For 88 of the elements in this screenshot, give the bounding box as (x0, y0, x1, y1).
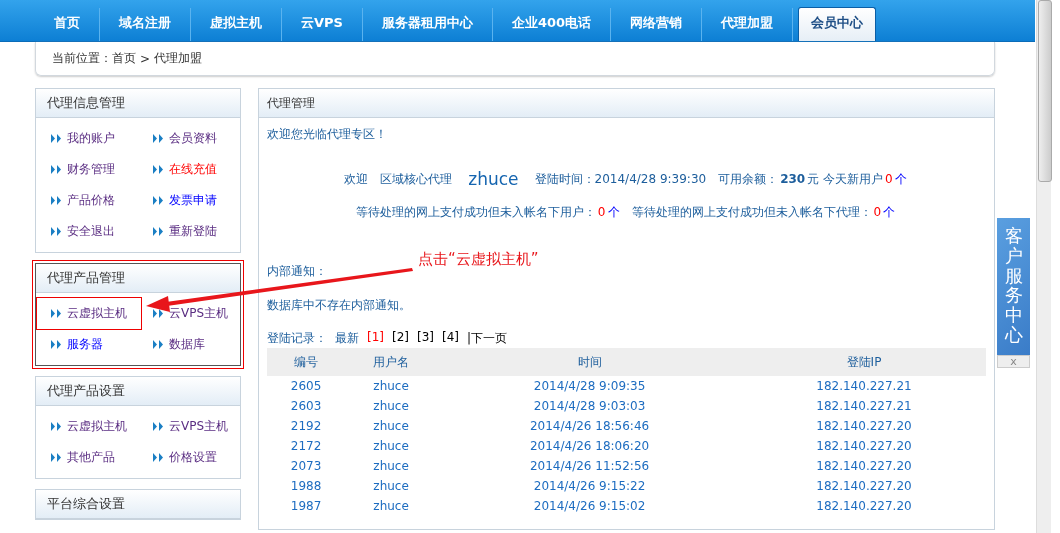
double-chevron-icon (50, 340, 63, 349)
next-page-link[interactable]: |下一页 (467, 330, 508, 347)
double-chevron-icon (50, 309, 63, 318)
new-users-count: 0 (885, 171, 893, 186)
table-cell-text: 2073 (289, 458, 323, 475)
unit-text: 个 (883, 205, 896, 219)
double-chevron-icon (152, 227, 165, 236)
table-cell-text: 182.140.227.20 (815, 438, 913, 455)
table-cell-text: 1988 (289, 478, 323, 495)
panel-title: 代理信息管理 (36, 89, 240, 118)
balance-label: 可用余额： (718, 171, 779, 186)
column-header: 编号 (267, 348, 346, 376)
panel-title: 代理管理 (259, 89, 994, 118)
table-cell-text: 2172 (289, 438, 323, 455)
double-chevron-icon (50, 165, 63, 174)
double-chevron-icon (152, 309, 165, 318)
table-cell-text: 2014/4/26 11:52:56 (528, 458, 651, 475)
latest-link[interactable]: 最新 (335, 330, 359, 347)
pending-label: 等待处理的网上支付成功但未入帐名下用户： (355, 205, 596, 219)
notice-text: 数据库中不存在内部通知。 (267, 297, 412, 314)
greeting-text: 欢迎 (344, 170, 369, 188)
double-chevron-icon (152, 165, 165, 174)
table-cell-text: 182.140.227.20 (815, 478, 913, 495)
table-cell: 182.140.227.21 (742, 376, 986, 396)
breadcrumb-separator: > (140, 51, 151, 66)
panel-title: 代理产品管理 (36, 264, 240, 293)
panel-title: 平台综合设置 (36, 490, 240, 519)
table-cell: 2014/4/28 9:09:35 (437, 376, 742, 396)
page-link[interactable]: [4] (442, 330, 459, 347)
unit-text: 个 (894, 171, 907, 186)
table-cell-text: zhuce (372, 478, 410, 495)
annotation-text: 点击“云虚拟主机” (418, 250, 539, 269)
customer-service-tab[interactable]: 客户服务中心 (997, 218, 1030, 355)
notice-label: 内部通知： (267, 263, 328, 280)
table-cell-text: zhuce (372, 438, 410, 455)
role-text: 区域核心代理 (380, 170, 453, 188)
breadcrumb-link[interactable]: 首页 (112, 50, 136, 67)
table-cell-text: 182.140.227.20 (815, 418, 913, 435)
double-chevron-icon (152, 134, 165, 143)
username-text: zhuce (468, 169, 519, 189)
breadcrumb-link[interactable]: 代理加盟 (154, 50, 203, 67)
table-cell-text: 2014/4/26 9:15:02 (532, 498, 647, 515)
table-cell-text: 182.140.227.20 (815, 458, 913, 475)
pending-label: 等待处理的网上支付成功但未入帐名下代理： (631, 205, 872, 219)
scrollbar[interactable] (1036, 0, 1051, 533)
scroll-thumb[interactable] (1038, 0, 1052, 182)
table-cell-text: 2014/4/26 9:15:22 (532, 478, 647, 495)
table-cell-text: zhuce (372, 398, 410, 415)
table-cell-text: zhuce (372, 498, 410, 515)
table-cell: 2605 (267, 376, 346, 396)
double-chevron-icon (50, 453, 63, 462)
page-link[interactable]: [2] (392, 330, 409, 347)
double-chevron-icon (152, 422, 165, 431)
table-cell-text: 2014/4/26 18:06:20 (528, 438, 651, 455)
table-cell-text: 2192 (289, 418, 323, 435)
double-chevron-icon (50, 196, 63, 205)
table-cell-text: 2014/4/28 9:03:03 (532, 398, 647, 415)
double-chevron-icon (152, 453, 165, 462)
nav-tab[interactable]: 会员中心 (798, 7, 877, 41)
table-cell-text: zhuce (372, 418, 410, 435)
double-chevron-icon (50, 227, 63, 236)
new-users-label: 元 今天新用户 (807, 171, 884, 186)
balance-value: 230 (780, 171, 806, 186)
unit-text: 个 (607, 205, 620, 219)
double-chevron-icon (50, 134, 63, 143)
table-cell-text: zhuce (372, 458, 410, 475)
page-link[interactable]: [3] (417, 330, 434, 347)
column-header: 用户名 (345, 348, 438, 376)
double-chevron-icon (50, 422, 63, 431)
panel-title: 代理产品设置 (36, 377, 240, 406)
records-label: 登陆记录： (267, 330, 327, 347)
table-cell-text: 1987 (289, 498, 323, 515)
pending-count: 0 (597, 205, 606, 219)
table-cell-text: 2014/4/26 18:56:46 (528, 418, 651, 435)
column-header: 登陆IP (742, 348, 986, 376)
sidebar-link[interactable]: 云虚拟主机 (36, 297, 142, 330)
double-chevron-icon (152, 340, 165, 349)
table-cell-text: 182.140.227.20 (815, 498, 913, 515)
table-cell-text: 182.140.227.21 (815, 398, 913, 415)
breadcrumb-label: 当前位置： (52, 50, 112, 67)
table-cell-text: 2603 (289, 398, 323, 415)
table-cell: zhuce (345, 376, 438, 396)
page-link[interactable]: [1] (367, 330, 384, 347)
login-time-text: 登陆时间：2014/4/28 9:39:30 (534, 170, 707, 188)
column-header: 时间 (437, 348, 742, 376)
double-chevron-icon (152, 196, 165, 205)
pending-count: 0 (873, 205, 882, 219)
welcome-text: 欢迎您光临代理专区！ (267, 126, 388, 143)
